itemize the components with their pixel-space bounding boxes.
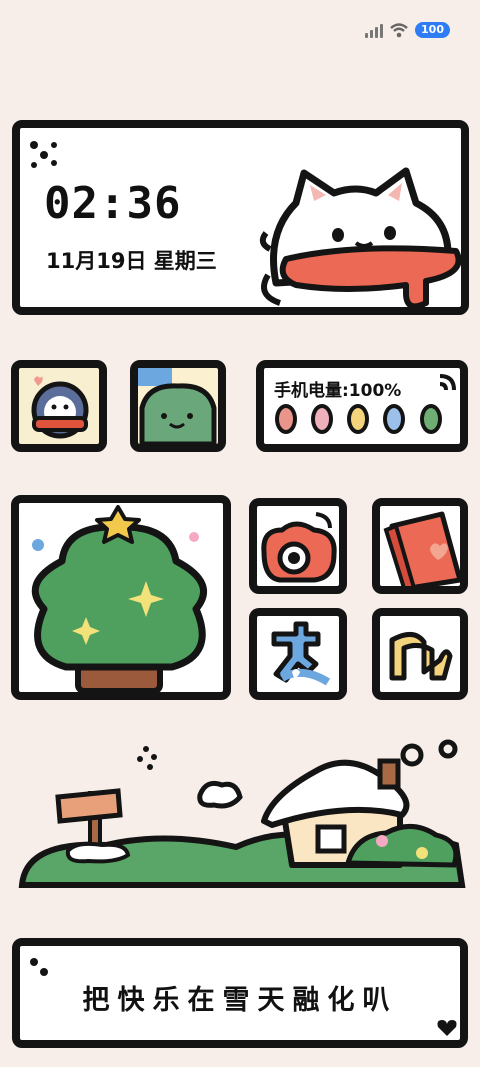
signal-bars-icon [365, 22, 384, 38]
wifi-icon [390, 23, 408, 38]
christmas-tree-illustration [31, 505, 208, 694]
battery-dot [347, 404, 369, 434]
battery-dot [311, 404, 333, 434]
clock-date: 11月19日 星期三 [46, 249, 217, 273]
sparkle-icon [30, 958, 48, 976]
music-note-icon [389, 632, 453, 681]
heart-icon [437, 1020, 457, 1036]
clock-time: 02:36 [44, 178, 182, 229]
frog-icon [138, 368, 217, 444]
camera-icon [261, 512, 337, 583]
snow-house-illustration [18, 739, 466, 888]
battery-dot [383, 404, 405, 434]
quote-text: 把快乐在雪天融化叭 [82, 985, 398, 1016]
penguin-icon [31, 376, 89, 439]
text-icon [271, 621, 331, 686]
status-bar: 100 [365, 22, 450, 38]
battery-dot [275, 404, 297, 434]
battery-indicator: 100 [415, 22, 450, 38]
battery-label: 手机电量:100% [274, 381, 402, 401]
battery-dot [420, 404, 442, 434]
sparkle-icon [439, 374, 456, 391]
cat-scarf-illustration [259, 167, 462, 310]
sparkle-icon [30, 141, 57, 168]
book-icon [383, 511, 462, 588]
